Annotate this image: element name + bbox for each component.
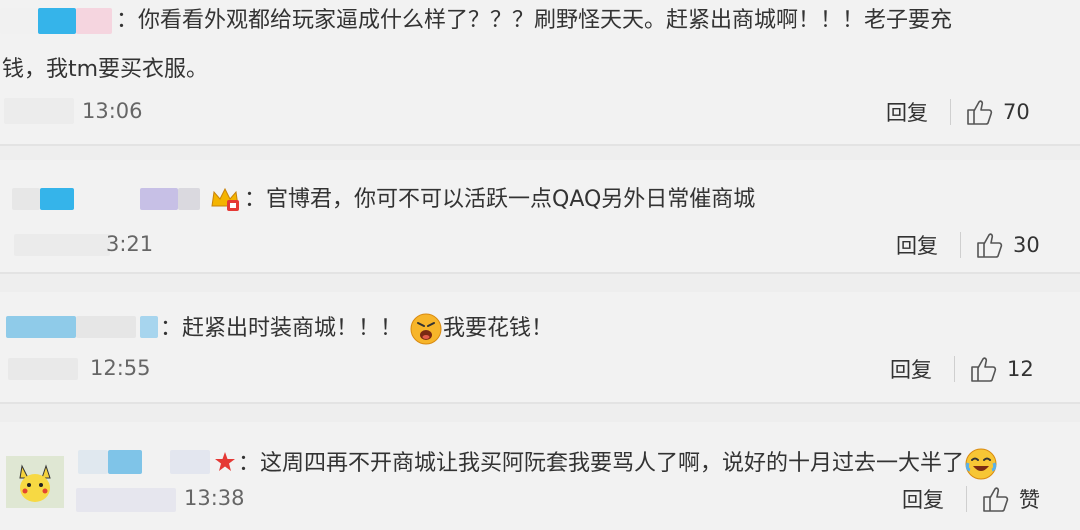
comment-time: 3:21 [106,232,154,256]
comment-time: 13:06 [82,99,143,123]
separator [0,402,1080,404]
comment-text: ：赶紧出时装商城！！！ 我要花钱！ [160,312,1080,346]
comment-1: ：你看看外观都给玩家逼成什么样了？？？刷野怪天天。赶紧出商城啊！！！老子要充 钱… [0,0,1080,144]
comment-3: ：赶紧出时装商城！！！ 我要花钱！ 12:55 回复 12 [0,292,1080,402]
divider [950,99,951,125]
comment-text-continued: 钱，我tm要买衣服。 [2,57,209,82]
comment-time: 13:38 [184,486,245,510]
reply-button[interactable]: 回复 [886,97,928,127]
thumbs-up-icon[interactable] [969,354,999,384]
comment-actions: 回复 70 [886,97,1030,127]
username-blur[interactable] [108,450,142,474]
username-blur[interactable] [140,188,178,210]
username-blur[interactable] [0,8,38,34]
like-label[interactable]: 赞 [1019,484,1040,514]
like-count: 12 [1007,357,1034,381]
separator [0,272,1080,274]
divider [954,356,955,382]
username-blur[interactable] [76,316,136,338]
username-blur[interactable] [140,316,158,338]
separator [0,144,1080,146]
reply-button[interactable]: 回复 [902,484,944,514]
comment-actions: 回复 赞 [902,484,1040,514]
laugh-cry-emoji-icon [965,448,997,480]
divider [960,232,961,258]
badge-icon [215,452,235,471]
username-blur[interactable] [78,450,108,474]
thumbs-up-icon[interactable] [981,484,1011,514]
comment-time: 12:55 [90,356,151,380]
username-blur[interactable] [40,188,74,210]
username-blur[interactable] [76,8,112,34]
source-blur [76,488,176,512]
pikachu-avatar-icon [6,456,64,508]
comment-actions: 回复 30 [896,230,1040,260]
thumbs-up-icon[interactable] [965,97,995,127]
crown-badge-icon [211,187,239,211]
thumbs-up-icon[interactable] [975,230,1005,260]
comment-4: ：这周四再不开商城让我买阿阮套我要骂人了啊，说好的十月过去一大半了 13:38 … [0,422,1080,530]
reply-button[interactable]: 回复 [896,230,938,260]
like-count: 30 [1013,233,1040,257]
comment-text: ：这周四再不开商城让我买阿阮套我要骂人了啊，说好的十月过去一大半了 [238,447,1080,481]
source-blur [8,358,78,380]
username-blur[interactable] [38,8,76,34]
username-blur[interactable] [178,188,200,210]
comment-2: ：官博君，你可不可以活跃一点QAQ另外日常催商城 3:21 回复 30 [0,160,1080,272]
comment-text: ：你看看外观都给玩家逼成什么样了？？？刷野怪天天。赶紧出商城啊！！！老子要充 [116,8,953,33]
username-blur[interactable] [6,316,76,338]
username-blur[interactable] [170,450,210,474]
source-blur [14,234,110,256]
username-blur[interactable] [12,188,40,210]
angry-emoji-icon [410,313,442,345]
like-count: 70 [1003,100,1030,124]
comment-actions: 回复 12 [890,354,1034,384]
comment-text: ：官博君，你可不可以活跃一点QAQ另外日常催商城 [244,187,756,212]
reply-button[interactable]: 回复 [890,354,932,384]
divider [966,486,967,512]
avatar[interactable] [6,456,64,508]
source-blur [4,98,74,124]
